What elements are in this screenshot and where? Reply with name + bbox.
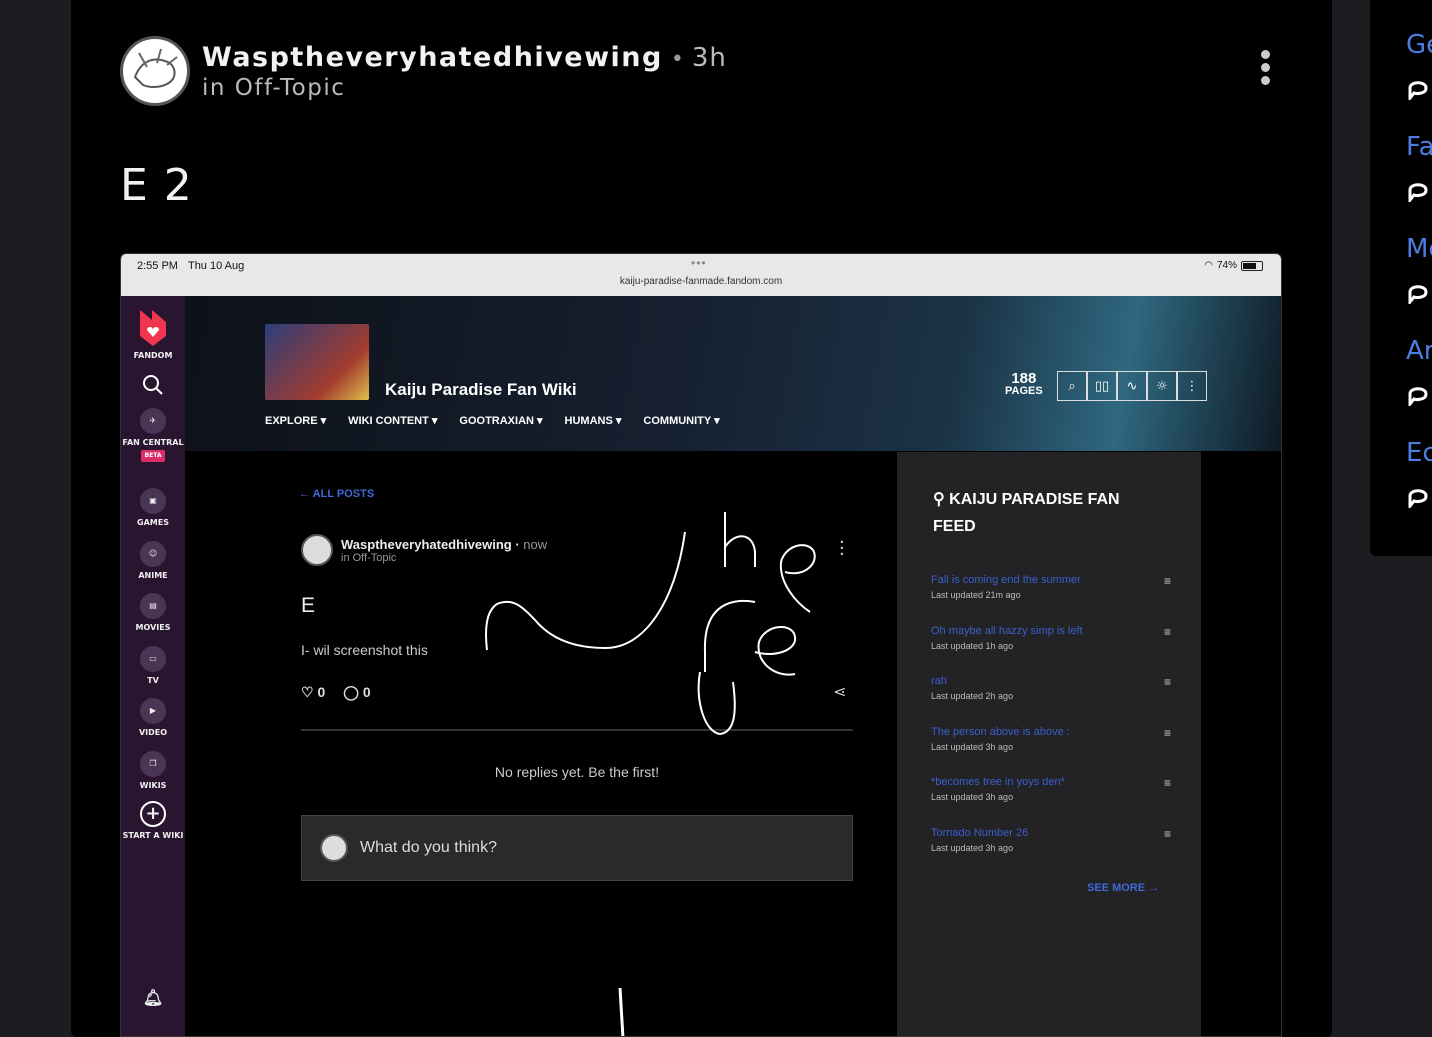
feed-item[interactable]: The person above is above : Last updated … [931, 726, 1171, 752]
bell-icon[interactable]: 🔔︎ [121, 990, 185, 1006]
tv-icon: ▭ [140, 646, 166, 672]
sidebar-video[interactable]: ▶ VIDEO [121, 698, 185, 738]
nav-humans[interactable]: HUMANS ▾ [565, 414, 622, 427]
list-icon: ≡ [1163, 625, 1171, 639]
fandom-sidebar: FANDOM ✈ FAN CENTRAL BETA ▣ GAMES ☺ ANIM… [121, 296, 185, 1036]
feed-item[interactable]: Fall is coming end the summer Last update… [931, 574, 1171, 600]
book-open-icon[interactable]: ▯▯ [1087, 371, 1117, 401]
list-icon: ≡ [1163, 726, 1171, 740]
status-time: 2:55 PM [137, 260, 178, 272]
search-icon[interactable] [121, 374, 185, 399]
right-item[interactable]: Ge [1406, 30, 1432, 60]
dragon-avatar-icon [133, 48, 178, 88]
wifi-icon: ◠ [1204, 260, 1213, 271]
start-wiki-label: START A WIKI [122, 831, 184, 840]
post-title: E 2 [120, 160, 193, 211]
wiki-name[interactable]: Kaiju Paradise Fan Wiki [385, 380, 577, 400]
post-card: Wasptheveryhatedhivewing • 3h in Off-Topic… [71, 0, 1332, 1037]
multitask-dots-icon: ••• [691, 256, 707, 270]
wikis-label: WIKIS [139, 781, 167, 790]
sidebar-games[interactable]: ▣ GAMES [121, 488, 185, 528]
battery-percent: 74% [1216, 260, 1237, 271]
screenshot-image[interactable]: 2:55 PM Thu 10 Aug ••• kaiju-paradise-fan… [120, 253, 1282, 1037]
anime-face-icon: ☺ [140, 541, 166, 567]
sidebar-start-wiki[interactable]: + START A WIKI [121, 801, 185, 841]
sidebar-wikis[interactable]: ❐ WIKIS [121, 751, 185, 791]
list-icon: ≡ [1163, 675, 1171, 689]
nav-gootraxian[interactable]: GOOTRAXIAN ▾ [459, 414, 542, 427]
right-item[interactable]: Ar [1406, 336, 1432, 366]
see-more-link[interactable]: SEE MORE → [1087, 882, 1159, 894]
fan-feed-rail: ⚲ KAIJU PARADISE FAN FEED Fall is coming… [897, 452, 1201, 1036]
feed-item[interactable]: *becomes tree in yoys den* Last updated 3… [931, 776, 1171, 802]
wiki-nav: EXPLORE ▾ WIKI CONTENT ▾ GOOTRAXIAN ▾ HU… [265, 414, 720, 427]
comment-icon [1408, 489, 1428, 508]
fan-central-label: FAN CENTRAL [122, 438, 184, 447]
beta-badge: BETA [140, 450, 166, 462]
tv-label: TV [147, 676, 159, 685]
url-bar: kaiju-paradise-fanmade.fandom.com [619, 276, 783, 287]
feed-item[interactable]: Tornado Number 26 Last updated 3h ago ≡ [931, 827, 1171, 853]
games-label: GAMES [137, 518, 169, 527]
pages-count: 188 [1011, 370, 1037, 387]
gamepad-icon: ▣ [140, 488, 166, 514]
sidebar-tv[interactable]: ▭ TV [121, 646, 185, 686]
more-options-icon[interactable] [1258, 50, 1272, 90]
sidebar-movies[interactable]: ▤ MOVIES [121, 593, 185, 633]
battery-icon [1241, 260, 1263, 271]
inner-post-content: ← ALL POSTS Wasptheveryhatedhivewing · n… [265, 452, 897, 1036]
rocket-icon: ✈ [140, 408, 166, 434]
search-icon[interactable]: ⌕ [1057, 371, 1087, 401]
nav-community[interactable]: COMMUNITY ▾ [643, 414, 719, 427]
ios-status-bar: 2:55 PM Thu 10 Aug ••• kaiju-paradise-fan… [121, 254, 1281, 296]
post-time: 3h [691, 42, 727, 73]
fandom-heart-icon [140, 310, 166, 346]
right-item[interactable]: Fa [1406, 132, 1432, 162]
list-icon: ≡ [1163, 827, 1171, 841]
author-name[interactable]: Wasptheveryhatedhivewing [202, 42, 663, 73]
wiki-tools: ⌕ ▯▯ ∿ ☼ ⋮ [1057, 371, 1207, 401]
wiki-logo-image[interactable] [265, 324, 369, 400]
nav-explore[interactable]: EXPLORE ▾ [265, 414, 326, 427]
pages-counter: 188 PAGES [1005, 370, 1043, 398]
pin-icon: ⚲ [933, 491, 945, 508]
pages-label: PAGES [1005, 385, 1043, 397]
plus-icon: + [140, 801, 166, 827]
book-icon: ❐ [140, 751, 166, 777]
status-date: Thu 10 Aug [187, 260, 245, 272]
comment-icon [1408, 285, 1428, 304]
author-avatar[interactable] [120, 36, 190, 106]
sidebar-fan-central[interactable]: ✈ FAN CENTRAL BETA [121, 408, 185, 462]
post-header: Wasptheveryhatedhivewing • 3h in Off-Topic [120, 36, 727, 106]
clapperboard-icon: ▤ [140, 593, 166, 619]
author-meta: Wasptheveryhatedhivewing • 3h in Off-Topic [202, 42, 727, 101]
comment-icon [1408, 183, 1428, 202]
sidebar-anime[interactable]: ☺ ANIME [121, 541, 185, 581]
activity-icon[interactable]: ∿ [1117, 371, 1147, 401]
play-icon: ▶ [140, 698, 166, 724]
right-sidebar: Ge Fa Mc Ar Ec [1370, 0, 1432, 556]
separator-dot: • [670, 46, 684, 72]
theme-sun-icon[interactable]: ☼ [1147, 371, 1177, 401]
feed-item[interactable]: rah Last updated 2h ago ≡ [931, 675, 1171, 701]
list-icon: ≡ [1163, 776, 1171, 790]
comment-icon [1408, 387, 1428, 406]
fandom-label: FANDOM [133, 351, 173, 360]
battery-status: ◠ 74% [1204, 260, 1263, 271]
more-options-icon[interactable]: ⋮ [1177, 371, 1207, 401]
video-label: VIDEO [138, 728, 168, 737]
list-icon: ≡ [1163, 574, 1171, 588]
nav-wiki-content[interactable]: WIKI CONTENT ▾ [348, 414, 437, 427]
anime-label: ANIME [138, 571, 168, 580]
right-item[interactable]: Mc [1406, 234, 1432, 264]
right-item[interactable]: Ec [1406, 438, 1432, 468]
community-link[interactable]: in Off-Topic [202, 75, 727, 101]
handwritten-scribble [485, 512, 816, 1036]
comment-icon [1408, 81, 1428, 100]
fandom-logo[interactable]: FANDOM [121, 306, 185, 361]
wiki-hero: Kaiju Paradise Fan Wiki EXPLORE ▾ WIKI C… [185, 296, 1281, 451]
feed-title: ⚲ KAIJU PARADISE FAN FEED [933, 491, 1120, 535]
feed-item[interactable]: Oh maybe all hazzy simp is left Last upda… [931, 625, 1171, 651]
movies-label: MOVIES [135, 623, 171, 632]
